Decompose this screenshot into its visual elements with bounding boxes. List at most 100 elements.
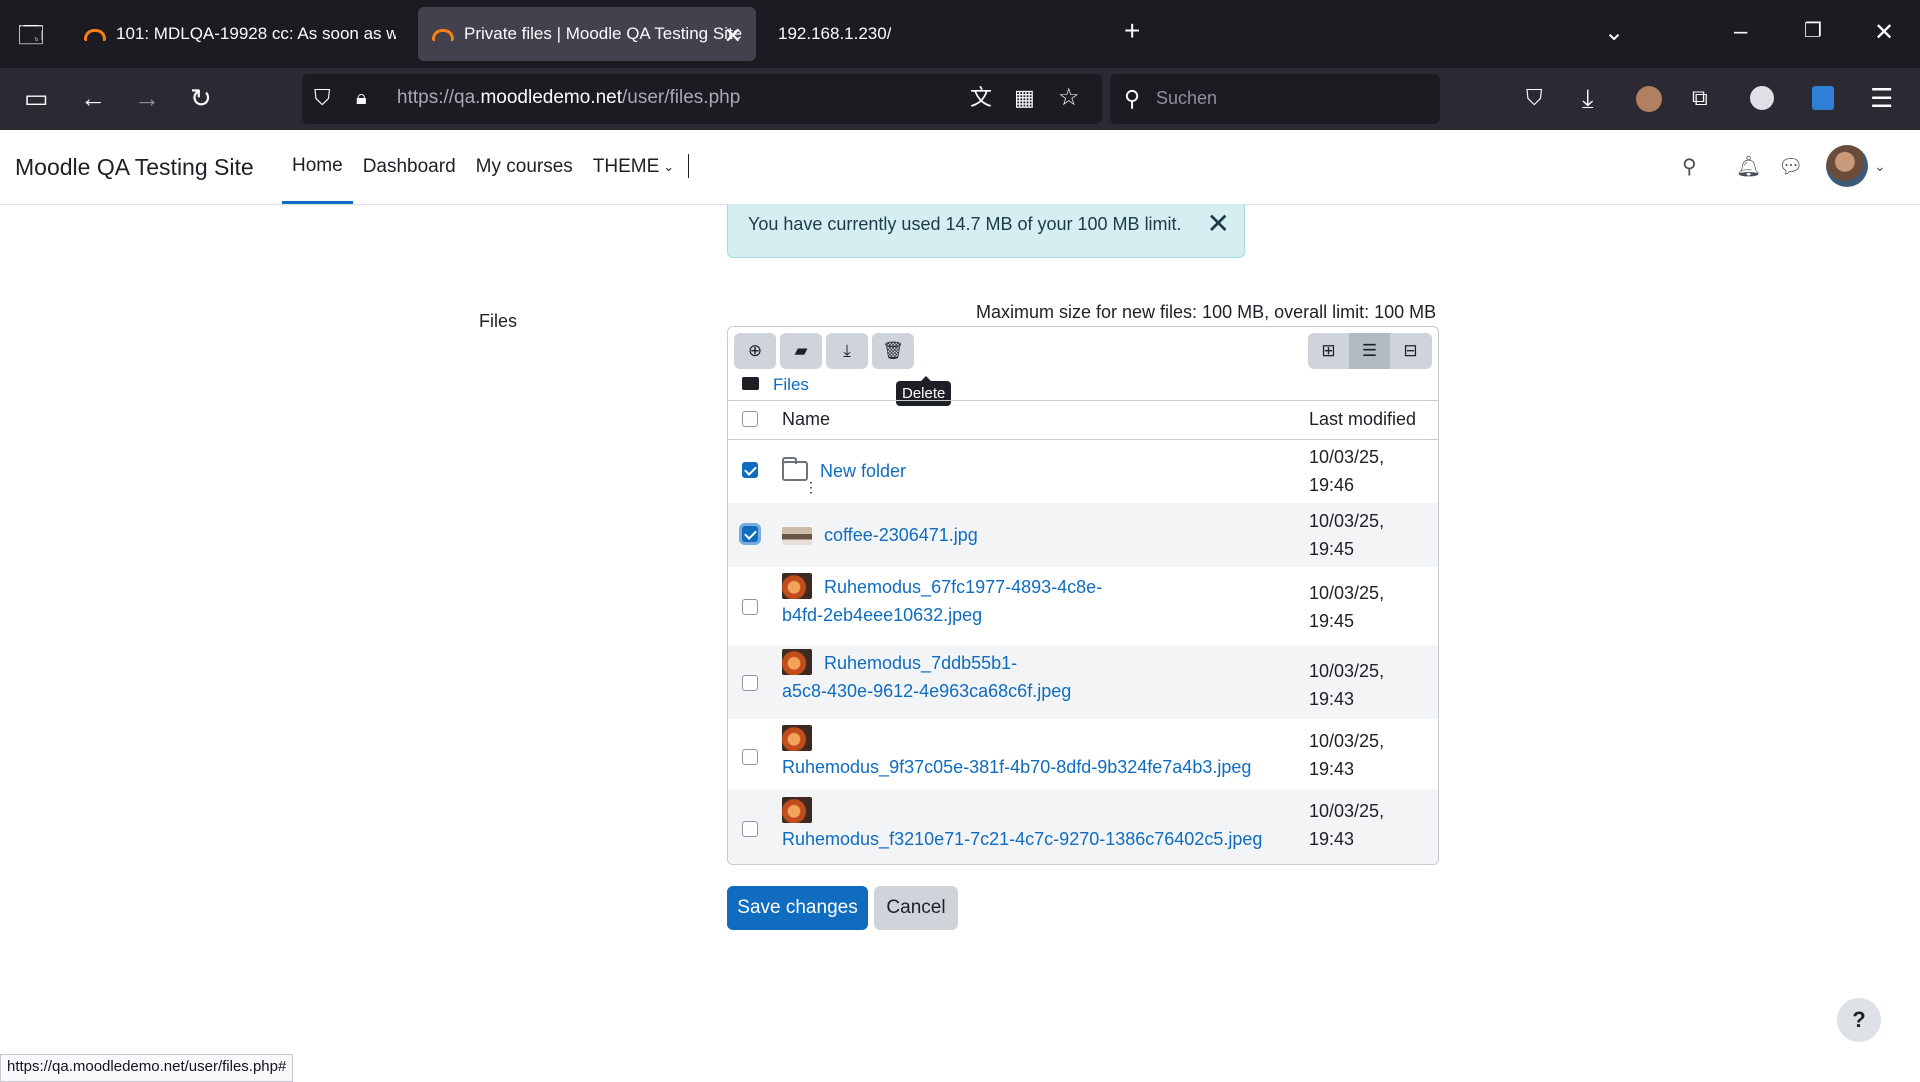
site-name[interactable]: Moodle QA Testing Site bbox=[15, 154, 254, 181]
tab-title: Private files | Moodle QA Testing Site bbox=[464, 24, 742, 43]
file-manager: ⊕ ▰ ⤓ 🗑︎ ⊞ ☰ ⊟ Files Delete Name Last mo… bbox=[727, 326, 1439, 865]
chevron-down-icon[interactable]: ⌄ bbox=[1874, 158, 1886, 175]
file-link[interactable]: Ruhemodus_67fc1977-4893-4c8e-b4fd-2eb4ee… bbox=[782, 573, 1102, 629]
forward-icon[interactable]: → bbox=[134, 83, 160, 113]
minimize-icon[interactable]: – bbox=[1734, 18, 1747, 46]
list-tabs-chevron-icon[interactable]: ⌄ bbox=[1604, 18, 1624, 47]
row-date: 10/03/25, bbox=[1309, 801, 1385, 821]
image-thumbnail bbox=[782, 649, 812, 675]
grid-icon: ⊞ bbox=[1321, 341, 1336, 360]
row-time: 19:46 bbox=[1309, 475, 1355, 495]
file-link[interactable]: Ruhemodus_9f37c05e-381f-4b70-8dfd-9b324f… bbox=[782, 725, 1251, 781]
table-row: coffee-2306471.jpg 10/03/25, 19:45 bbox=[728, 503, 1438, 567]
help-button[interactable]: ? bbox=[1837, 998, 1881, 1042]
address-bar[interactable]: ⛉ 🔒︎ https://qa.moodledemo.net/user/file… bbox=[302, 74, 1102, 124]
search-icon: ⚲ bbox=[1124, 86, 1141, 111]
window-close-icon[interactable]: ✕ bbox=[1874, 18, 1894, 47]
download-icon: ⤓ bbox=[843, 341, 851, 360]
icons-view-button[interactable]: ⊞ bbox=[1308, 333, 1349, 369]
row-checkbox[interactable] bbox=[742, 675, 758, 691]
addon-r-icon[interactable] bbox=[1812, 86, 1834, 110]
sidebar-toggle-icon[interactable]: ▭ bbox=[24, 83, 49, 113]
download-button[interactable]: ⤓ bbox=[826, 333, 868, 369]
reload-icon[interactable]: ↻ bbox=[190, 83, 212, 113]
moodle-favicon-icon bbox=[84, 26, 106, 42]
account-avatar-icon[interactable] bbox=[1636, 86, 1662, 112]
nav-home[interactable]: Home bbox=[282, 130, 353, 204]
file-link[interactable]: coffee-2306471.jpg bbox=[782, 521, 978, 549]
delete-button[interactable]: 🗑︎ bbox=[872, 333, 914, 369]
browser-tab-3[interactable]: 192.168.1.230/ bbox=[764, 7, 1064, 61]
select-all-checkbox[interactable] bbox=[742, 411, 758, 427]
lock-icon[interactable]: 🔒︎ bbox=[356, 83, 367, 113]
save-changes-button[interactable]: Save changes bbox=[727, 886, 868, 930]
tab-overview-icon[interactable]: 🗔 bbox=[18, 18, 44, 59]
browser-tab-1[interactable]: 101: MDLQA-19928 cc: As soon as we beg bbox=[70, 7, 410, 61]
row-date: 10/03/25, bbox=[1309, 661, 1385, 681]
new-tab-icon[interactable]: + bbox=[1124, 15, 1140, 47]
tree-view-button[interactable]: ⊟ bbox=[1390, 333, 1431, 369]
search-icon[interactable]: ⚲ bbox=[1682, 154, 1697, 179]
pocket-icon[interactable]: ⛉ bbox=[1526, 83, 1543, 113]
row-checkbox[interactable] bbox=[742, 462, 758, 478]
translate-icon[interactable]: 文 bbox=[970, 83, 992, 113]
bookmark-star-icon[interactable]: ☆ bbox=[1058, 83, 1080, 113]
trash-icon: 🗑︎ bbox=[882, 341, 904, 360]
tree-icon: ⊟ bbox=[1403, 341, 1418, 360]
file-link[interactable]: Ruhemodus_7ddb55b1- a5c8-430e-9612-4e963c… bbox=[782, 649, 1071, 705]
table-row: Ruhemodus_67fc1977-4893-4c8e-b4fd-2eb4ee… bbox=[728, 567, 1438, 645]
plus-circle-icon: ⊕ bbox=[747, 341, 763, 360]
row-date: 10/03/25, bbox=[1309, 731, 1385, 751]
breadcrumb-files[interactable]: Files bbox=[773, 375, 809, 394]
messages-icon[interactable]: 💬︎ bbox=[1778, 154, 1803, 179]
max-size-text: Maximum size for new files: 100 MB, over… bbox=[976, 302, 1437, 322]
row-checkbox[interactable] bbox=[742, 526, 758, 542]
back-icon[interactable]: ← bbox=[80, 83, 106, 113]
folder-plus-icon: ▰ bbox=[794, 341, 808, 360]
nav-my-courses[interactable]: My courses bbox=[466, 130, 583, 204]
file-link[interactable]: Ruhemodus_f3210e71-7c21-4c7c-9270-1386c7… bbox=[782, 797, 1262, 853]
restore-icon[interactable]: ❐ bbox=[1804, 18, 1822, 43]
breadcrumb: Files bbox=[742, 375, 809, 395]
row-time: 19:45 bbox=[1309, 611, 1355, 631]
files-label: Files bbox=[479, 311, 518, 331]
shield-icon[interactable]: ⛉ bbox=[314, 83, 331, 113]
downloads-icon[interactable]: ⤓ bbox=[1582, 83, 1594, 113]
qr-code-icon[interactable]: ▦ bbox=[1014, 83, 1035, 113]
browser-tab-2[interactable]: Private files | Moodle QA Testing Site ✕ bbox=[418, 7, 756, 61]
app-menu-icon[interactable]: ☰ bbox=[1870, 83, 1893, 113]
moodle-favicon-icon bbox=[432, 26, 454, 42]
notifications-bell-icon[interactable]: 🔔︎ bbox=[1736, 154, 1761, 179]
extensions-icon[interactable]: ⧉ bbox=[1692, 83, 1708, 113]
add-file-button[interactable]: ⊕ bbox=[734, 333, 776, 369]
search-bar[interactable]: ⚲ Suchen bbox=[1110, 74, 1440, 124]
row-checkbox[interactable] bbox=[742, 599, 758, 615]
row-time: 19:43 bbox=[1309, 759, 1355, 779]
row-checkbox[interactable] bbox=[742, 821, 758, 837]
url-text[interactable]: https://qa.moodledemo.net/user/files.php bbox=[397, 87, 740, 109]
avatar[interactable] bbox=[1826, 145, 1868, 187]
details-view-button[interactable]: ☰ bbox=[1349, 333, 1390, 369]
close-tab-icon[interactable]: ✕ bbox=[724, 23, 742, 49]
column-name[interactable]: Name bbox=[782, 409, 830, 430]
view-switcher: ⊞ ☰ ⊟ bbox=[1308, 333, 1432, 369]
file-link[interactable]: New folder bbox=[782, 457, 906, 501]
moodle-header: Moodle QA Testing Site Home Dashboard My… bbox=[0, 130, 1920, 205]
cancel-button[interactable]: Cancel bbox=[874, 886, 958, 930]
tab-title: 192.168.1.230/ bbox=[778, 24, 892, 43]
addon-globe-icon[interactable] bbox=[1750, 86, 1774, 110]
row-time: 19:43 bbox=[1309, 689, 1355, 709]
image-thumbnail bbox=[782, 725, 812, 751]
nav-dashboard[interactable]: Dashboard bbox=[353, 130, 466, 204]
row-checkbox[interactable] bbox=[742, 749, 758, 765]
close-icon[interactable]: ✕ bbox=[1207, 210, 1230, 238]
browser-tab-bar: 🗔 101: MDLQA-19928 cc: As soon as we beg… bbox=[0, 0, 1920, 68]
row-date: 10/03/25, bbox=[1309, 447, 1385, 467]
nav-theme[interactable]: THEME ⌄ bbox=[583, 130, 684, 204]
list-icon: ☰ bbox=[1361, 341, 1378, 360]
row-time: 19:43 bbox=[1309, 829, 1355, 849]
table-row: Ruhemodus_9f37c05e-381f-4b70-8dfd-9b324f… bbox=[728, 719, 1438, 789]
create-folder-button[interactable]: ▰ bbox=[780, 333, 822, 369]
chevron-down-icon: ⌄ bbox=[663, 159, 675, 174]
column-last-modified[interactable]: Last modified bbox=[1309, 409, 1416, 430]
